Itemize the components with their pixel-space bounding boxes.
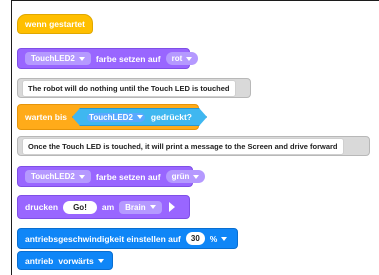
direction-dropdown[interactable]: vorwärts [58, 255, 104, 266]
touch-pressed-condition[interactable]: TouchLED2 gedrückt? [72, 108, 207, 126]
comment-block[interactable]: The robot will do nothing until the Touc… [17, 78, 251, 98]
chevron-down-icon [221, 236, 228, 241]
device-label: TouchLED2 [31, 54, 75, 63]
color-label: grün [171, 172, 190, 181]
device-label: TouchLED2 [89, 112, 133, 122]
set-color-block[interactable]: TouchLED2 farbe setzen auf grün [17, 166, 206, 187]
direction-label: vorwärts [58, 255, 94, 266]
print-label: drucken [25, 202, 59, 212]
drive-block[interactable]: antrieb vorwärts [17, 251, 113, 270]
color-label: rot [171, 54, 183, 63]
velocity-input[interactable]: 30 [185, 232, 205, 245]
chevron-down-icon [193, 174, 200, 179]
chevron-down-icon [78, 174, 85, 179]
when-started-label: wenn gestartet [25, 19, 85, 29]
chevron-down-icon [137, 115, 143, 119]
set-color-block[interactable]: TouchLED2 farbe setzen auf rot [17, 48, 199, 69]
drive-label: antrieb [25, 255, 54, 266]
unit-dropdown[interactable]: % [210, 234, 228, 244]
play-icon[interactable] [168, 202, 175, 212]
wait-until-label: warten bis [25, 112, 68, 122]
set-color-label: farbe setzen auf [95, 53, 161, 64]
chevron-down-icon [149, 205, 156, 209]
drive-velocity-label: antriebsgeschwindigkeit einstellen auf [25, 233, 181, 244]
on-label: am [101, 202, 115, 212]
color-dropdown[interactable]: rot [165, 52, 199, 65]
chevron-down-icon [97, 258, 104, 263]
target-dropdown[interactable]: Brain [119, 200, 162, 214]
color-dropdown[interactable]: grün [165, 170, 206, 183]
device-dropdown[interactable]: TouchLED2 [87, 113, 145, 122]
comment-text[interactable]: Once the Touch LED is touched, it will p… [22, 137, 344, 155]
print-block[interactable]: drucken Go! am Brain [17, 195, 190, 219]
unit-label: % [209, 233, 218, 244]
wait-until-block[interactable]: warten bis TouchLED2 gedrückt? [17, 104, 199, 130]
device-dropdown[interactable]: TouchLED2 [25, 52, 91, 65]
device-dropdown[interactable]: TouchLED2 [25, 170, 91, 183]
comment-block[interactable]: Once the Touch LED is touched, it will p… [17, 136, 370, 156]
when-started-block[interactable]: wenn gestartet [17, 14, 93, 34]
print-value-input[interactable]: Go! [63, 200, 97, 214]
condition-label: gedrückt? [150, 112, 192, 122]
chevron-down-icon [78, 56, 85, 61]
target-label: Brain [125, 202, 146, 212]
set-color-label: farbe setzen auf [95, 171, 161, 182]
comment-text[interactable]: The robot will do nothing until the Touc… [22, 79, 236, 97]
drive-velocity-block[interactable]: antriebsgeschwindigkeit einstellen auf 3… [17, 228, 238, 249]
device-label: TouchLED2 [31, 172, 75, 181]
chevron-down-icon [186, 56, 193, 61]
